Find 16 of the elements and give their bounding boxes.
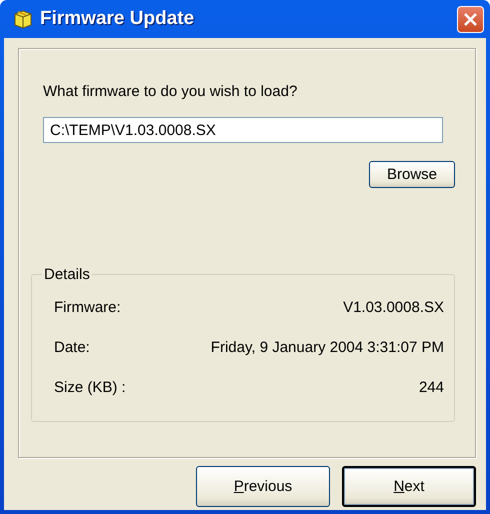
nav-button[interactable]: Previous bbox=[196, 466, 330, 507]
nav-button[interactable]: Next bbox=[342, 466, 476, 507]
package-icon bbox=[12, 8, 34, 30]
browse-button[interactable]: Browse bbox=[369, 161, 455, 188]
close-button[interactable] bbox=[457, 6, 484, 32]
detail-label: Date: bbox=[54, 338, 91, 358]
detail-value: 244 bbox=[418, 378, 444, 398]
detail-label: Size (KB) : bbox=[54, 378, 126, 398]
detail-value: V1.03.0008.SX bbox=[342, 298, 444, 318]
detail-value: Friday, 9 January 2004 3:31:07 PM bbox=[210, 338, 444, 358]
window-title: Firmware Update bbox=[40, 8, 196, 30]
prompt-label: What firmware to do you wish to load? bbox=[43, 83, 298, 100]
group-title: Details bbox=[43, 266, 91, 283]
file-path-field[interactable]: C:\TEMP\V1.03.0008.SX bbox=[43, 117, 443, 143]
close-icon bbox=[463, 12, 478, 26]
detail-label: Firmware: bbox=[54, 298, 122, 318]
